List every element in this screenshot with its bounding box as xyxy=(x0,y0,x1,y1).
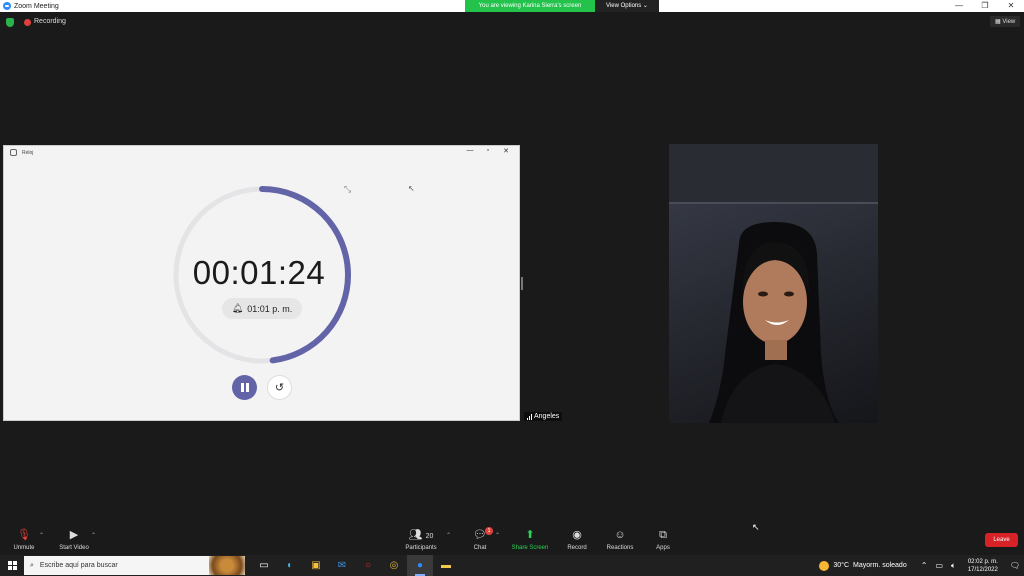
zoom-logo-icon xyxy=(3,2,11,10)
share-banner: You are viewing Karina Sierra's screen V… xyxy=(465,0,659,12)
reset-button[interactable]: ↺ xyxy=(267,375,292,400)
clock-window-title: Reloj xyxy=(10,149,33,156)
weather-temp: 30°C xyxy=(833,562,850,569)
recording-label: Recording xyxy=(34,18,66,25)
clock-app-icon xyxy=(10,149,17,156)
speaker-name: Angeles xyxy=(534,413,560,420)
split-divider-handle[interactable] xyxy=(521,277,523,290)
network-icon[interactable]: ▭ xyxy=(935,561,943,570)
clock-window-controls: — ▫ ✕ xyxy=(461,147,515,155)
weather-desc: Mayorm. soleado xyxy=(853,562,907,569)
timer-display: 00:01:24 xyxy=(192,254,326,291)
chat-badge: 1 xyxy=(485,527,493,535)
opera-icon[interactable]: ○ xyxy=(355,555,381,576)
unmute-label: Unmute xyxy=(13,545,35,551)
shield-icon[interactable] xyxy=(6,18,14,27)
apps-label: Apps xyxy=(656,545,670,551)
participants-icon: 👥︎ 20 xyxy=(408,529,434,541)
view-options-button[interactable]: View Options ⌄ xyxy=(595,0,659,12)
chat-label: Chat xyxy=(473,545,487,551)
taskbar-pinned-apps: ▭ ◐ ▣ ✉ ○ ◎ ● ▬ xyxy=(251,555,459,576)
file-explorer-icon[interactable]: ▬ xyxy=(433,555,459,576)
participants-count: 20 xyxy=(425,533,434,540)
edge-icon[interactable]: ◐ xyxy=(277,555,303,576)
alarm-pill: 🔔︎ 01:01 p. m. xyxy=(222,298,302,319)
clock-minimize-icon[interactable]: — xyxy=(461,147,479,155)
record-label: Record xyxy=(567,545,587,551)
reset-icon: ↺ xyxy=(274,382,285,394)
apps-icon: ⧉ xyxy=(659,529,667,541)
view-button[interactable]: ▦ View xyxy=(990,16,1021,27)
participant-video-image xyxy=(669,144,878,423)
record-dot-icon xyxy=(24,19,31,26)
mouse-cursor-icon: ↖ xyxy=(408,184,415,193)
taskbar-search-box[interactable]: ⌕ Escribe aquí para buscar xyxy=(24,556,209,575)
taskbar-date: 17/12/2022 xyxy=(967,566,998,573)
participant-video[interactable] xyxy=(669,144,878,423)
meeting-toolbar: 🎙︎ Unmute ⌃ ▶︎ Start Video ⌃ 👥︎ 20 Parti… xyxy=(0,524,1024,554)
view-options-label: View Options xyxy=(606,3,642,9)
taskbar-time: 02:02 p. m. xyxy=(967,558,998,565)
windows-taskbar: ⌕ Escribe aquí para buscar ▭ ◐ ▣ ✉ ○ ◎ ●… xyxy=(0,555,1024,576)
task-view-icon[interactable]: ▭ xyxy=(251,555,277,576)
minimize-icon[interactable]: — xyxy=(946,0,972,12)
clock-window-title-text: Reloj xyxy=(22,149,34,156)
compact-overlay-icon[interactable]: ⤡ xyxy=(344,184,351,195)
alarm-time: 01:01 p. m. xyxy=(247,303,293,314)
clock-close-icon[interactable]: ✕ xyxy=(497,147,515,155)
system-tray: 30°C Mayorm. soleado ⌃ ▭ 🔈︎ 02:02 p. m. … xyxy=(819,555,1024,576)
start-video-label: Start Video xyxy=(59,545,89,551)
mail-icon[interactable]: ✉ xyxy=(329,555,355,576)
store-icon[interactable]: ▣ xyxy=(303,555,329,576)
taskbar-clock[interactable]: 02:02 p. m. 17/12/2022 xyxy=(968,558,998,574)
search-icon: ⌕ xyxy=(30,561,34,569)
pause-icon xyxy=(240,379,250,397)
view-label: View xyxy=(1002,19,1016,25)
close-icon[interactable]: ✕ xyxy=(998,0,1024,12)
speaker-name-tag: Angeles xyxy=(524,412,563,421)
weather-widget[interactable]: 30°C Mayorm. soleado xyxy=(819,560,907,571)
participants-label: Participants xyxy=(405,545,437,551)
share-screen-label: Share Screen xyxy=(511,545,549,551)
clock-restore-icon[interactable]: ▫ xyxy=(479,147,497,155)
viewing-screen-label: You are viewing Karina Sierra's screen xyxy=(465,0,595,12)
mouse-cursor-icon: ↖ xyxy=(752,522,760,532)
tray-chevron-icon[interactable]: ⌃ xyxy=(921,561,928,570)
pause-button[interactable] xyxy=(232,375,257,400)
weather-sun-icon xyxy=(819,560,830,571)
search-highlight-image[interactable] xyxy=(209,556,245,575)
shared-clock-window: Reloj — ▫ ✕ ⤡ ↖ 00:01:24 🔔︎ 01:01 p. m. … xyxy=(3,145,520,421)
participants-button[interactable]: 👥︎ 20 Participants xyxy=(391,524,451,551)
apps-button[interactable]: ⧉ Apps xyxy=(633,524,693,551)
chrome-icon[interactable]: ◎ xyxy=(381,555,407,576)
video-options-chevron-icon[interactable]: ⌃ xyxy=(91,532,96,539)
volume-icon[interactable]: 🔈︎ xyxy=(951,561,956,571)
window-controls: — ❐ ✕ xyxy=(946,0,1024,12)
window-title: Zoom Meeting xyxy=(14,2,59,10)
bell-icon: 🔔︎ xyxy=(231,303,244,313)
windows-start-icon[interactable] xyxy=(0,555,24,576)
restore-icon[interactable]: ❐ xyxy=(972,0,998,12)
leave-button[interactable]: Leave xyxy=(985,533,1018,547)
reactions-label: Reactions xyxy=(606,545,634,551)
search-placeholder: Escribe aquí para buscar xyxy=(39,562,118,569)
zoom-taskbar-icon[interactable]: ● xyxy=(407,555,433,576)
signal-bars-icon xyxy=(527,413,532,420)
notifications-icon[interactable]: 🗨︎ xyxy=(1010,561,1020,570)
